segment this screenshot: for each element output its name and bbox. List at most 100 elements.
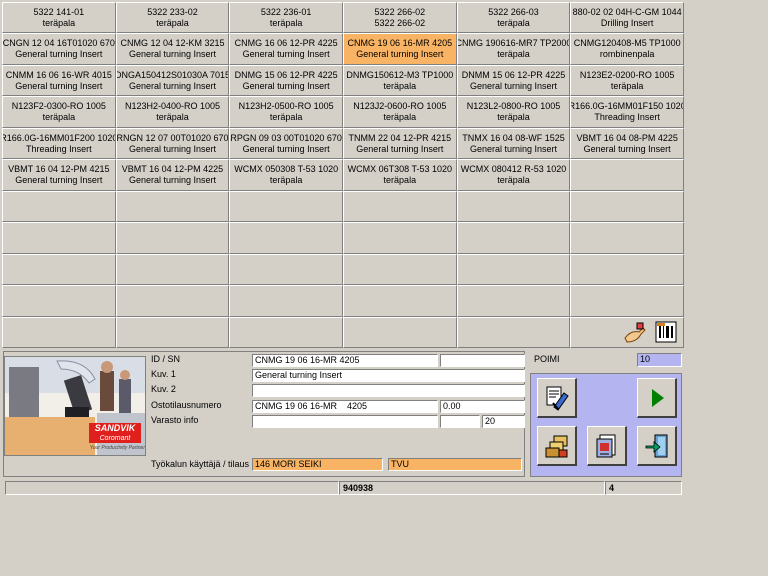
grid-cell[interactable]: 880-02 02 04H-C-GM 1044 Drilling Insert xyxy=(570,2,684,34)
grid-cell[interactable]: CNMG 19 06 16-MR 4205 General turning Ins… xyxy=(342,33,457,65)
kuv1-label: Kuv. 1 xyxy=(151,369,176,379)
grid-cell[interactable]: RNGN 12 07 00T01020 670 General turning I… xyxy=(115,127,230,160)
cell-description: General turning Insert xyxy=(15,49,103,60)
grid-cell-empty[interactable] xyxy=(2,253,116,286)
varasto-info-field[interactable] xyxy=(252,415,438,428)
grid-cell[interactable]: 5322 266-02 5322 266-02 xyxy=(342,2,457,34)
grid-cell-empty[interactable] xyxy=(115,253,230,286)
grid-cell-empty[interactable] xyxy=(570,285,684,317)
grid-cell[interactable]: N123E2-0200-RO 1005 teräpala xyxy=(570,64,684,97)
grid-cell-empty[interactable] xyxy=(115,190,230,223)
cell-code: N123J2-0600-RO 1005 xyxy=(353,101,447,112)
grid-cell-empty[interactable] xyxy=(229,316,343,348)
grid-cell[interactable]: 5322 233-02 teräpala xyxy=(115,2,230,34)
grid-cell[interactable] xyxy=(570,159,684,191)
edit-button[interactable] xyxy=(537,378,577,418)
grid-cell-empty[interactable] xyxy=(570,190,684,223)
grid-cell-empty[interactable] xyxy=(570,222,684,254)
cell-description: General turning Insert xyxy=(469,80,558,91)
id-sn-field[interactable]: CNMG 19 06 16-MR 4205 xyxy=(252,354,438,367)
order-field[interactable]: TVU xyxy=(388,458,522,471)
grid-cell[interactable]: DNGA150412S01030A 7015 General turning In… xyxy=(115,64,230,97)
status-right: 4 xyxy=(605,481,682,495)
grid-cell[interactable]: CNMG 190616-MR7 TP2000 teräpala xyxy=(456,33,571,65)
grid-cell[interactable]: WCMX 050308 T-53 1020 teräpala xyxy=(229,159,343,191)
grid-cell-empty[interactable] xyxy=(456,190,571,223)
grid-cell-empty[interactable] xyxy=(229,285,343,317)
grid-cell[interactable]: CNMG 16 06 12-PR 4225 General turning Ins… xyxy=(229,33,343,65)
kuv1-field[interactable]: General turning Insert xyxy=(252,369,525,382)
grid-cell-empty[interactable] xyxy=(456,222,571,254)
grid-cell-empty[interactable] xyxy=(456,285,571,317)
tools-button[interactable] xyxy=(537,426,577,466)
grid-cell-empty[interactable] xyxy=(456,316,571,348)
grid-cell[interactable]: N123L2-0800-RO 1005 teräpala xyxy=(456,96,571,128)
grid-cell[interactable]: VBMT 16 04 12-PM 4225 General turning Ins… xyxy=(115,159,230,191)
grid-cell[interactable]: R166.0G-16MM01F150 1020 Threading Insert xyxy=(570,96,684,128)
grid-cell[interactable]: TNMX 16 04 08-WF 1525 General turning Ins… xyxy=(456,127,571,160)
grid-cell[interactable]: N123H2-0400-RO 1005 teräpala xyxy=(115,96,230,128)
grid-cell[interactable]: TNMM 22 04 12-PR 4215 General turning Ins… xyxy=(342,127,457,160)
grid-cell[interactable]: VBMT 16 04 08-PM 4225 General turning Ins… xyxy=(570,127,684,160)
grid-cell[interactable]: WCMX 080412 R-53 1020 teräpala xyxy=(456,159,571,191)
id-sn-extra-field[interactable] xyxy=(440,354,525,367)
cell-description: General turning Insert xyxy=(242,49,330,60)
grid-cell-empty[interactable] xyxy=(456,253,571,286)
grid-cell[interactable]: WCMX 06T308 T-53 1020 teräpala xyxy=(342,159,457,191)
varasto-qty-field[interactable]: 20 xyxy=(482,415,525,428)
grid-cell-empty[interactable] xyxy=(115,285,230,317)
grid-cell[interactable]: CNMG 12 04 12-KM 3215 General turning Ins… xyxy=(115,33,230,65)
report-button[interactable] xyxy=(587,426,627,466)
cell-description: 5322 266-02 xyxy=(374,17,426,28)
grid-cell[interactable]: CNMG120408-M5 TP1000 rombinenpala xyxy=(570,33,684,65)
grid-cell[interactable]: N123F2-0300-RO 1005 teräpala xyxy=(2,96,116,128)
cell-code: R166.0G-16MM01F200 1020 xyxy=(2,132,116,143)
grid-cell-empty[interactable] xyxy=(342,190,457,223)
grid-cell-empty[interactable] xyxy=(342,222,457,254)
grid-cell-empty[interactable] xyxy=(2,190,116,223)
grid-cell[interactable]: DNMM 15 06 12-PR 4225 General turning Ins… xyxy=(456,64,571,97)
grid-cell[interactable]: R166.0G-16MM01F200 1020 Threading Insert xyxy=(2,127,116,160)
grid-cell-empty[interactable] xyxy=(115,316,230,348)
grid-cell[interactable]: 5322 266-03 teräpala xyxy=(456,2,571,34)
grid-cell[interactable]: CNMM 16 06 16-WR 4015 General turning Ins… xyxy=(2,64,116,97)
ostotilaus-price-field[interactable]: 0.00 xyxy=(440,400,525,413)
grid-cell-empty[interactable] xyxy=(2,285,116,317)
grid-cell[interactable]: N123H2-0500-RO 1005 teräpala xyxy=(229,96,343,128)
cell-description: teräpala xyxy=(497,112,530,123)
cell-description: teräpala xyxy=(497,17,530,28)
grid-cell[interactable]: 5322 236-01 teräpala xyxy=(229,2,343,34)
grid-cell[interactable]: RPGN 09 03 00T01020 670 General turning I… xyxy=(229,127,343,160)
grid-cell-empty[interactable] xyxy=(2,222,116,254)
varasto-extra-field[interactable] xyxy=(440,415,480,428)
grid-cell[interactable]: DNMG 15 06 12-PR 4225 General turning Ins… xyxy=(229,64,343,97)
grid-cell-empty[interactable] xyxy=(570,253,684,286)
grid-cell-empty[interactable] xyxy=(570,316,684,348)
grid-cell-empty[interactable] xyxy=(229,253,343,286)
ostotilausnumero-field[interactable]: CNMG 19 06 16-MR 4205 xyxy=(252,400,438,413)
grid-cell[interactable]: DNMG150612-M3 TP1000 teräpala xyxy=(342,64,457,97)
grid-cell[interactable]: N123J2-0600-RO 1005 teräpala xyxy=(342,96,457,128)
exit-button[interactable] xyxy=(637,426,677,466)
pick-hand-button[interactable] xyxy=(621,320,647,344)
cell-description: teräpala xyxy=(42,17,76,28)
grid-cell-empty[interactable] xyxy=(229,190,343,223)
cell-code: DNMG 15 06 12-PR 4225 xyxy=(234,69,338,80)
barcode-button[interactable] xyxy=(653,319,679,345)
grid-cell-empty[interactable] xyxy=(342,285,457,317)
grid-cell-empty[interactable] xyxy=(115,222,230,254)
kuv2-field[interactable] xyxy=(252,384,525,397)
grid-cell-empty[interactable] xyxy=(342,253,457,286)
user-field[interactable]: 146 MORI SEIKI xyxy=(252,458,383,471)
grid-cell[interactable]: 5322 141-01 teräpala xyxy=(2,2,116,34)
poimi-field[interactable]: 10 xyxy=(637,353,682,367)
start-button[interactable] xyxy=(637,378,677,418)
grid-cell-empty[interactable] xyxy=(342,316,457,348)
cell-code: N123H2-0400-RO 1005 xyxy=(124,101,221,112)
cell-description: General turning Insert xyxy=(128,80,217,91)
grid-cell-empty[interactable] xyxy=(229,222,343,254)
grid-cell-empty[interactable] xyxy=(2,316,116,348)
grid-cell[interactable]: CNGN 12 04 16T01020 670 General turning I… xyxy=(2,33,116,65)
edit-tool-icon xyxy=(546,386,569,411)
grid-cell[interactable]: VBMT 16 04 12-PM 4215 General turning Ins… xyxy=(2,159,116,191)
